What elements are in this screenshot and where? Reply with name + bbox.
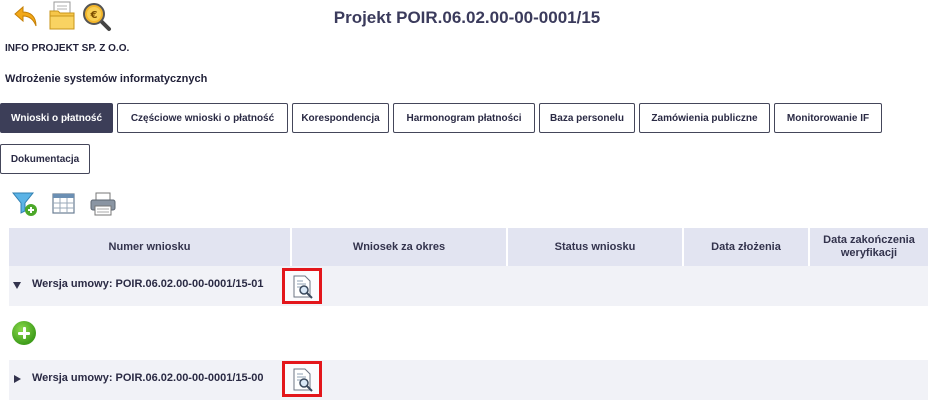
add-application-button[interactable] bbox=[12, 321, 36, 345]
column-status-wniosku[interactable]: Status wniosku bbox=[508, 228, 682, 266]
filter-add-icon[interactable] bbox=[11, 191, 38, 217]
collapsed-arrow-icon[interactable] bbox=[14, 375, 21, 383]
tab-harmonogram-platnosci[interactable]: Harmonogram płatności bbox=[393, 103, 535, 133]
page-title: Projekt POIR.06.02.00-00-0001/15 bbox=[333, 8, 601, 27]
printer-icon[interactable] bbox=[89, 191, 116, 217]
preview-document-button[interactable] bbox=[282, 361, 322, 397]
preview-document-button[interactable] bbox=[282, 268, 322, 304]
tab-monitorowanie-if[interactable]: Monitorowanie IF bbox=[774, 103, 882, 133]
group-row[interactable]: Wersja umowy: POIR.06.02.00-00-0001/15-0… bbox=[9, 360, 928, 400]
expanded-arrow-icon[interactable] bbox=[13, 282, 21, 289]
column-numer-wniosku[interactable]: Numer wniosku bbox=[9, 228, 290, 266]
tab-zamowienia-publiczne[interactable]: Zamówienia publiczne bbox=[639, 103, 770, 133]
tab-dokumentacja[interactable]: Dokumentacja bbox=[0, 144, 90, 174]
group-row[interactable]: Wersja umowy: POIR.06.02.00-00-0001/15-0… bbox=[9, 266, 928, 306]
group-label: Wersja umowy: POIR.06.02.00-00-0001/15-0… bbox=[32, 372, 264, 384]
document-search-icon bbox=[293, 368, 313, 392]
project-name: Wdrożenie systemów informatycznych bbox=[5, 73, 208, 85]
column-data-zlozenia[interactable]: Data złożenia bbox=[684, 228, 808, 266]
column-wniosek-za-okres[interactable]: Wniosek za okres bbox=[292, 228, 506, 266]
tab-korespondencja[interactable]: Korespondencja bbox=[292, 103, 389, 133]
tab-baza-personelu[interactable]: Baza personelu bbox=[539, 103, 635, 133]
document-search-icon bbox=[293, 275, 313, 299]
tab-wnioski-o-platnosc[interactable]: Wnioski o płatność bbox=[0, 103, 113, 133]
column-data-zakonczenia-weryfikacji[interactable]: Data zakończenia weryfikacji bbox=[810, 228, 928, 266]
tab-czesciowe-wnioski[interactable]: Częściowe wnioski o płatność bbox=[117, 103, 288, 133]
table-columns-icon[interactable] bbox=[51, 191, 77, 217]
company-name: INFO PROJEKT SP. Z O.O. bbox=[5, 43, 130, 54]
group-label: Wersja umowy: POIR.06.02.00-00-0001/15-0… bbox=[32, 278, 264, 290]
